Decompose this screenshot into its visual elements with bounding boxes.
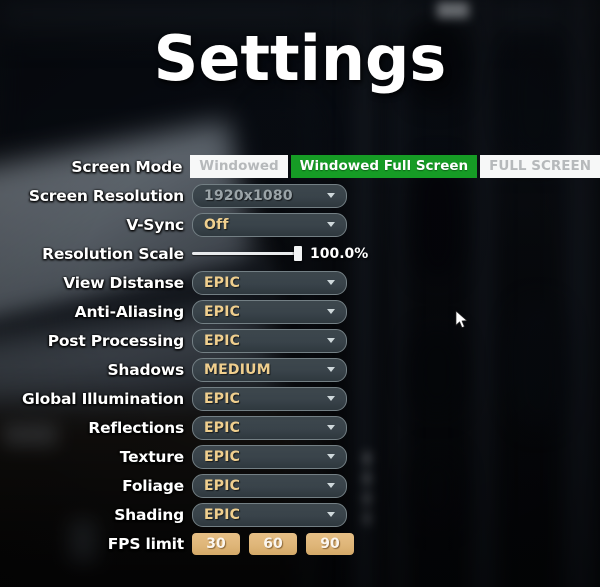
settings-screen: Settings Screen Mode Windowed Windowed F… (0, 0, 600, 587)
settings-list: Screen Mode Windowed Windowed Full Scree… (0, 152, 600, 558)
shading-value: EPIC (204, 506, 241, 523)
foliage-dropdown[interactable]: EPIC (192, 473, 347, 498)
chevron-down-icon (327, 483, 335, 488)
reflections-value: EPIC (204, 419, 241, 436)
screen-mode-segmented-control: Windowed Windowed Full Screen FULL SCREE… (190, 155, 600, 178)
v-sync-value: Off (204, 216, 229, 233)
resolution-scale-slider-handle[interactable] (294, 246, 302, 261)
setting-row-screen-resolution: Screen Resolution 1920x1080 (0, 181, 600, 210)
chevron-down-icon (327, 193, 335, 198)
shadows-value: MEDIUM (204, 361, 271, 378)
setting-row-v-sync: V-Sync Off (0, 210, 600, 239)
setting-label-view-distance: View Distanse (63, 273, 184, 292)
chevron-down-icon (327, 280, 335, 285)
chevron-down-icon (327, 338, 335, 343)
setting-row-fps-limit: FPS limit 30 60 90 (0, 529, 600, 558)
setting-label-shading: Shading (114, 505, 184, 524)
chevron-down-icon (327, 454, 335, 459)
setting-label-fps-limit: FPS limit (107, 534, 184, 553)
setting-label-screen-mode: Screen Mode (71, 157, 183, 176)
page-title: Settings (153, 22, 447, 95)
setting-row-texture: Texture EPIC (0, 442, 600, 471)
foliage-value: EPIC (204, 477, 241, 494)
reflections-dropdown[interactable]: EPIC (192, 415, 347, 440)
setting-label-resolution-scale: Resolution Scale (42, 244, 184, 263)
setting-label-post-processing: Post Processing (47, 331, 184, 350)
setting-row-view-distance: View Distanse EPIC (0, 268, 600, 297)
v-sync-dropdown[interactable]: Off (192, 212, 347, 237)
chevron-down-icon (327, 396, 335, 401)
shading-dropdown[interactable]: EPIC (192, 502, 347, 527)
setting-row-shading: Shading EPIC (0, 500, 600, 529)
fps-limit-option-30[interactable]: 30 (192, 532, 240, 555)
setting-label-shadows: Shadows (107, 360, 184, 379)
texture-value: EPIC (204, 448, 241, 465)
setting-row-resolution-scale: Resolution Scale 100.0% (0, 239, 600, 268)
setting-label-reflections: Reflections (88, 418, 184, 437)
post-processing-dropdown[interactable]: EPIC (192, 328, 347, 353)
post-processing-value: EPIC (204, 332, 241, 349)
screen-mode-option-windowed-full-screen[interactable]: Windowed Full Screen (290, 155, 478, 178)
slider-line (192, 252, 302, 255)
global-illumination-dropdown[interactable]: EPIC (192, 386, 347, 411)
fps-limit-option-60[interactable]: 60 (249, 532, 297, 555)
chevron-down-icon (327, 425, 335, 430)
fps-limit-button-group: 30 60 90 (192, 532, 354, 555)
anti-aliasing-dropdown[interactable]: EPIC (192, 299, 347, 324)
setting-row-anti-aliasing: Anti-Aliasing EPIC (0, 297, 600, 326)
chevron-down-icon (327, 367, 335, 372)
view-distance-value: EPIC (204, 274, 241, 291)
screen-mode-option-windowed[interactable]: Windowed (190, 155, 288, 178)
screen-resolution-value: 1920x1080 (204, 187, 293, 204)
setting-label-screen-resolution: Screen Resolution (28, 186, 184, 205)
setting-row-screen-mode: Screen Mode Windowed Windowed Full Scree… (0, 152, 600, 181)
setting-row-global-illumination: Global Illumination EPIC (0, 384, 600, 413)
shadows-dropdown[interactable]: MEDIUM (192, 357, 347, 382)
fps-limit-option-90[interactable]: 90 (306, 532, 354, 555)
chevron-down-icon (327, 309, 335, 314)
setting-label-v-sync: V-Sync (126, 215, 184, 234)
screen-mode-option-full-screen[interactable]: FULL SCREEN (480, 155, 600, 178)
setting-label-global-illumination: Global Illumination (22, 389, 184, 408)
resolution-scale-value: 100.0% (310, 245, 369, 262)
texture-dropdown[interactable]: EPIC (192, 444, 347, 469)
setting-row-reflections: Reflections EPIC (0, 413, 600, 442)
chevron-down-icon (327, 512, 335, 517)
resolution-scale-slider-track[interactable] (192, 243, 302, 265)
setting-label-anti-aliasing: Anti-Aliasing (74, 302, 185, 321)
global-illumination-value: EPIC (204, 390, 241, 407)
setting-row-foliage: Foliage EPIC (0, 471, 600, 500)
setting-label-foliage: Foliage (122, 476, 184, 495)
chevron-down-icon (327, 222, 335, 227)
setting-row-post-processing: Post Processing EPIC (0, 326, 600, 355)
setting-row-shadows: Shadows MEDIUM (0, 355, 600, 384)
screen-resolution-dropdown[interactable]: 1920x1080 (192, 183, 347, 208)
setting-label-texture: Texture (119, 447, 184, 466)
view-distance-dropdown[interactable]: EPIC (192, 270, 347, 295)
resolution-scale-slider[interactable]: 100.0% (192, 243, 368, 265)
anti-aliasing-value: EPIC (204, 303, 241, 320)
